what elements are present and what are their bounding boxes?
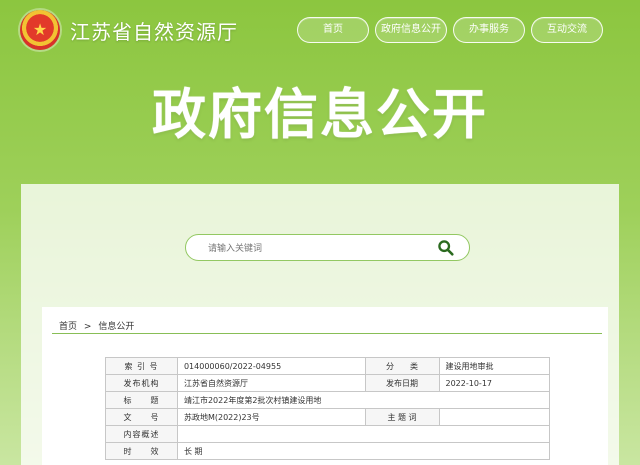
field-label: 索 引 号 [105, 357, 178, 375]
field-label: 文 号 [105, 408, 178, 426]
top-nav: 首页 政府信息公开 办事服务 互动交流 [297, 17, 607, 47]
site-name: 江苏省自然资源厅 [70, 20, 238, 44]
field-value: 长 期 [176, 442, 551, 460]
breadcrumb-separator: > [83, 322, 92, 332]
breadcrumb-current: 信息公开 [98, 322, 135, 332]
search-bar [185, 234, 470, 262]
table-row: 标 题 靖江市2022年度第2批次村镇建设用地 [105, 391, 551, 409]
breadcrumb-divider [52, 333, 602, 334]
field-value: 苏政地M(2022)23号 [176, 408, 366, 426]
field-value [176, 425, 551, 443]
field-label: 标 题 [105, 391, 178, 409]
emblem-icon: ★ [20, 10, 60, 50]
field-label: 分 类 [364, 357, 440, 375]
field-label: 发布日期 [364, 374, 440, 392]
field-value: 建设用地审批 [438, 357, 550, 375]
hero-title: 政府信息公开 [152, 83, 488, 146]
field-value: 2022-10-17 [438, 374, 550, 392]
field-value: 江苏省自然资源厅 [176, 374, 366, 392]
field-label: 内容概述 [105, 425, 178, 443]
field-label: 发布机构 [105, 374, 178, 392]
search-input[interactable] [206, 235, 435, 262]
field-label: 主 题 词 [364, 408, 440, 426]
nav-interaction[interactable]: 互动交流 [531, 17, 603, 43]
search-icon[interactable] [437, 239, 455, 257]
table-row: 发布机构 江苏省自然资源厅 发布日期 2022-10-17 [105, 374, 550, 392]
field-label: 时 效 [105, 442, 178, 460]
nav-home[interactable]: 首页 [297, 17, 369, 43]
nav-services[interactable]: 办事服务 [453, 17, 525, 43]
breadcrumb: 首页 > 信息公开 [59, 319, 134, 332]
nav-government-info[interactable]: 政府信息公开 [375, 17, 447, 43]
field-value: 014000060/2022-04955 [176, 357, 366, 375]
breadcrumb-home[interactable]: 首页 [59, 322, 77, 332]
table-row: 内容概述 [105, 425, 551, 443]
field-value: 靖江市2022年度第2批次村镇建设用地 [176, 391, 551, 409]
field-value [438, 408, 550, 426]
table-row: 时 效 长 期 [105, 442, 551, 460]
metadata-table: 索 引 号 014000060/2022-04955 分 类 建设用地审批 发布… [105, 357, 551, 460]
table-row: 文 号 苏政地M(2022)23号 主 题 词 [105, 408, 550, 426]
table-row: 索 引 号 014000060/2022-04955 分 类 建设用地审批 [105, 357, 550, 375]
